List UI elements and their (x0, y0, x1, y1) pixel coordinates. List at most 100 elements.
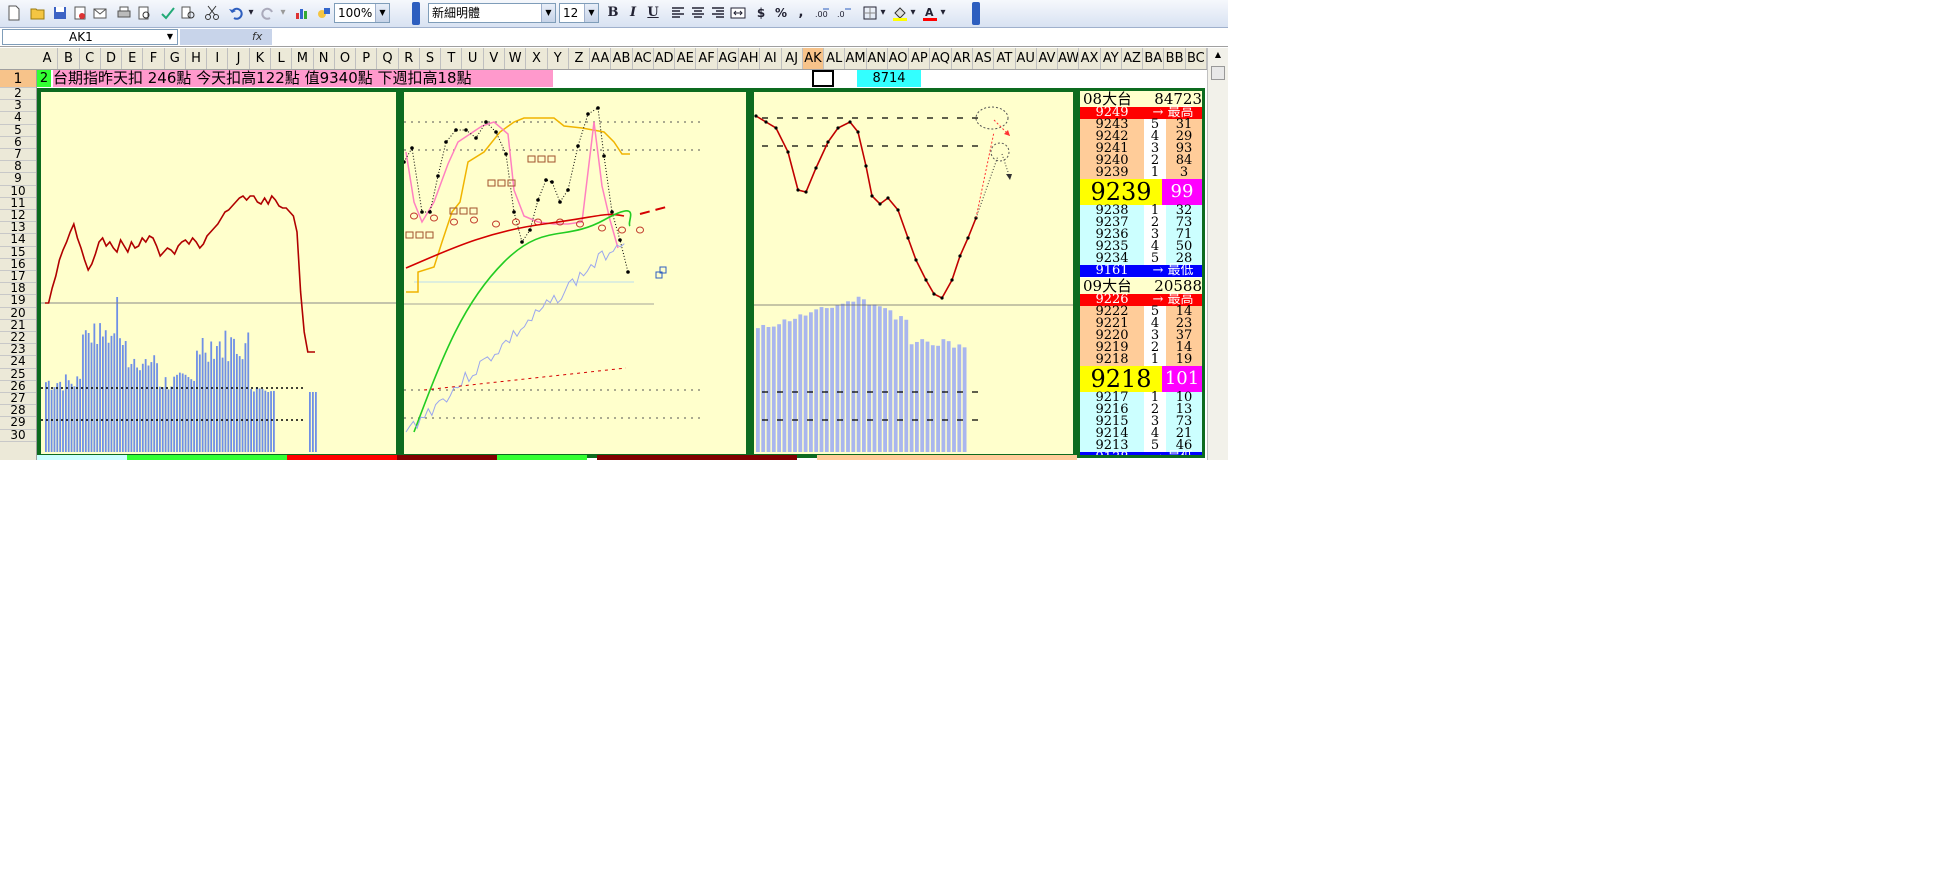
column-header-ab[interactable]: AB (611, 48, 633, 69)
column-header-x[interactable]: X (526, 48, 548, 69)
fill-color-icon[interactable] (890, 3, 910, 23)
column-header-au[interactable]: AU (1016, 48, 1037, 69)
column-header-bb[interactable]: BB (1164, 48, 1186, 69)
research-icon[interactable] (178, 3, 198, 23)
column-header-ai[interactable]: AI (760, 48, 782, 69)
row-header-30[interactable]: 30 (0, 429, 36, 442)
chevron-down-icon[interactable]: ▼ (541, 4, 555, 22)
column-header-ap[interactable]: AP (909, 48, 931, 69)
column-header-i[interactable]: I (207, 48, 229, 69)
align-center-icon[interactable] (688, 3, 708, 23)
column-header-y[interactable]: Y (548, 48, 569, 69)
increase-decimal-icon[interactable]: .00 (812, 3, 832, 23)
cell-b1[interactable]: 2 (37, 70, 51, 87)
cut-icon[interactable] (202, 3, 222, 23)
undo-icon[interactable] (226, 3, 246, 23)
message-cell[interactable]: 台期指昨天扣 246點 今天扣高122點 值9340點 下週扣高18點 (53, 70, 553, 87)
print-preview-icon[interactable] (134, 3, 154, 23)
column-header-j[interactable]: J (228, 48, 250, 69)
permission-icon[interactable] (70, 3, 90, 23)
value-cell[interactable]: 8714 (857, 70, 921, 87)
column-header-l[interactable]: L (271, 48, 293, 69)
column-header-av[interactable]: AV (1037, 48, 1059, 69)
decrease-decimal-icon[interactable]: .0 (834, 3, 854, 23)
column-header-ac[interactable]: AC (633, 48, 654, 69)
column-header-q[interactable]: Q (377, 48, 399, 69)
insert-chart-icon[interactable] (292, 3, 312, 23)
scroll-thumb[interactable] (1211, 66, 1225, 80)
column-header-as[interactable]: AS (973, 48, 995, 69)
drawing-icon[interactable] (314, 3, 334, 23)
column-header-az[interactable]: AZ (1122, 48, 1144, 69)
undo-dropdown-icon[interactable]: ▾ (246, 3, 256, 23)
toolbar-options-icon[interactable] (972, 2, 980, 25)
currency-button[interactable]: $ (752, 3, 770, 23)
column-header-am[interactable]: AM (845, 48, 867, 69)
print-icon[interactable] (114, 3, 134, 23)
column-header-o[interactable]: O (335, 48, 357, 69)
column-header-f[interactable]: F (143, 48, 165, 69)
column-header-bc[interactable]: BC (1186, 48, 1207, 69)
save-icon[interactable] (50, 3, 70, 23)
zoom-combo[interactable]: 100% ▼ (334, 3, 390, 23)
column-header-ad[interactable]: AD (654, 48, 676, 69)
column-header-aa[interactable]: AA (590, 48, 612, 69)
active-cell-ak1[interactable] (812, 70, 834, 87)
column-header-p[interactable]: P (356, 48, 378, 69)
column-header-k[interactable]: K (250, 48, 271, 69)
column-header-ax[interactable]: AX (1079, 48, 1101, 69)
column-header-b[interactable]: B (58, 48, 80, 69)
chevron-down-icon[interactable]: ▼ (163, 30, 177, 44)
chevron-down-icon[interactable]: ▼ (584, 4, 598, 22)
insert-function-icon[interactable]: fx (252, 30, 262, 43)
font-color-dropdown-icon[interactable]: ▾ (938, 3, 948, 23)
column-header-ao[interactable]: AO (888, 48, 910, 69)
underline-button[interactable]: U (644, 3, 662, 23)
percent-button[interactable]: % (772, 3, 790, 23)
column-header-t[interactable]: T (441, 48, 463, 69)
new-document-icon[interactable] (4, 3, 24, 23)
column-header-d[interactable]: D (101, 48, 123, 69)
column-header-n[interactable]: N (314, 48, 335, 69)
column-header-a[interactable]: A (37, 48, 59, 69)
align-right-icon[interactable] (708, 3, 728, 23)
font-color-icon[interactable]: A (920, 3, 940, 23)
column-header-h[interactable]: H (186, 48, 208, 69)
borders-icon[interactable] (860, 3, 880, 23)
column-header-m[interactable]: M (292, 48, 314, 69)
column-header-af[interactable]: AF (696, 48, 718, 69)
open-folder-icon[interactable] (28, 3, 48, 23)
column-header-ba[interactable]: BA (1143, 48, 1165, 69)
column-header-ay[interactable]: AY (1101, 48, 1122, 69)
column-header-ak[interactable]: AK (802, 48, 825, 69)
fill-color-dropdown-icon[interactable]: ▾ (908, 3, 918, 23)
redo-icon[interactable] (258, 3, 278, 23)
column-header-ag[interactable]: AG (718, 48, 739, 69)
italic-button[interactable]: I (624, 3, 642, 23)
column-header-ah[interactable]: AH (739, 48, 761, 69)
column-header-s[interactable]: S (420, 48, 442, 69)
borders-dropdown-icon[interactable]: ▾ (878, 3, 888, 23)
name-box[interactable]: AK1 ▼ (2, 29, 178, 45)
vertical-scrollbar[interactable]: ▲ (1207, 48, 1228, 460)
font-name-combo[interactable]: 新細明體 ▼ (428, 3, 556, 23)
column-header-aw[interactable]: AW (1058, 48, 1080, 69)
merge-center-icon[interactable] (728, 3, 748, 23)
column-header-ae[interactable]: AE (675, 48, 697, 69)
align-left-icon[interactable] (668, 3, 688, 23)
column-header-z[interactable]: Z (569, 48, 591, 69)
bold-button[interactable]: B (604, 3, 622, 23)
spelling-icon[interactable] (158, 3, 178, 23)
email-icon[interactable] (90, 3, 110, 23)
column-header-at[interactable]: AT (994, 48, 1016, 69)
font-size-combo[interactable]: 12 ▼ (559, 3, 599, 23)
column-header-aj[interactable]: AJ (782, 48, 803, 69)
column-header-ar[interactable]: AR (952, 48, 973, 69)
scroll-up-icon[interactable]: ▲ (1211, 50, 1225, 60)
column-header-al[interactable]: AL (824, 48, 846, 69)
column-header-c[interactable]: C (80, 48, 101, 69)
column-header-r[interactable]: R (399, 48, 420, 69)
column-header-v[interactable]: V (484, 48, 505, 69)
chevron-down-icon[interactable]: ▼ (375, 4, 389, 22)
column-header-an[interactable]: AN (867, 48, 888, 69)
